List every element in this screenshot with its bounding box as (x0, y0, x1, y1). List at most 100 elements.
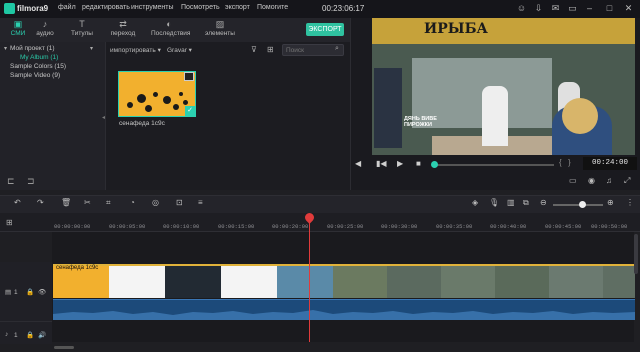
microphone-icon[interactable]: 🎙 (489, 198, 499, 207)
timeline-settings-icon[interactable]: ⋮ (626, 198, 634, 207)
previous-frame-icon[interactable]: ◀ (355, 159, 361, 168)
delete-icon[interactable]: 🗑 (61, 198, 71, 207)
fullscreen-preview-icon[interactable]: ⤢ (624, 176, 630, 186)
menu-edit[interactable]: редактировать (82, 4, 130, 11)
search-input[interactable] (286, 47, 332, 54)
video-preview: ИРЫБА ДЯНЬ ВИВЕ ПИРОЖКИ (372, 18, 635, 155)
snapshot-icon[interactable]: ◉ (588, 176, 595, 185)
audio-mixer-icon[interactable]: ≡ (198, 198, 203, 207)
video-clip[interactable] (53, 264, 635, 298)
ruler-label: 00:00:20:00 (272, 223, 309, 230)
redo-icon[interactable]: ↷ (37, 198, 44, 207)
transition-icon: ⇄ (119, 19, 127, 29)
undo-icon[interactable]: ↶ (14, 198, 21, 207)
preview-time: 00:24:00 (583, 157, 637, 170)
ruler-label: 00:00:45:00 (545, 223, 582, 230)
step-back-icon[interactable]: ▮◀ (376, 159, 387, 168)
menu-file[interactable]: файл (58, 4, 76, 11)
film-icon: ▤ (5, 289, 12, 296)
elements-icon: ▨ (215, 19, 225, 29)
music-note-icon: ♪ (42, 19, 48, 29)
audio-track-header: ♪ 1 🔒 🔊 (0, 322, 52, 344)
zoom-in-icon[interactable]: ⊕ (607, 198, 614, 207)
tab-effects[interactable]: ◐ Последствия (151, 19, 190, 41)
import-dropdown[interactable]: импортировать ▾ (110, 46, 161, 54)
horizontal-scrollbar[interactable] (54, 346, 74, 349)
download-icon[interactable]: ⇩ (533, 3, 544, 14)
green-screen-icon[interactable]: ⊡ (176, 198, 183, 207)
video-track-number: 1 (14, 289, 18, 296)
audio-track-number: 1 (14, 332, 18, 339)
menu-tools[interactable]: инструменты (131, 4, 174, 11)
speaker-icon[interactable]: 🔊 (38, 331, 46, 339)
volume-icon[interactable]: ♫ (606, 176, 612, 185)
envelope-icon[interactable]: ✉ (550, 3, 561, 14)
tree-item-project[interactable]: Мой проект (1) (10, 45, 55, 52)
voiceover-icon[interactable]: ▥ (507, 198, 515, 207)
grid-icon[interactable]: ⊞ (267, 45, 274, 54)
zoom-slider-handle[interactable] (579, 201, 586, 208)
record-dropdown[interactable]: Gravar ▾ (167, 46, 192, 54)
eye-icon[interactable]: 👁 (38, 288, 46, 296)
menu-help[interactable]: Помогите (257, 4, 288, 11)
playhead[interactable] (309, 217, 310, 342)
seek-bar[interactable] (434, 164, 554, 166)
thumbnail-type-icon (184, 72, 194, 81)
checkmark-icon: ✓ (185, 106, 195, 116)
snap-icon[interactable]: ⧉ (523, 198, 529, 208)
tab-elements[interactable]: ▨ элементы (202, 19, 238, 41)
export-button[interactable]: ЭКСПОРТ (306, 23, 344, 36)
tree-item-sample-video[interactable]: Sample Video (9) (10, 72, 60, 79)
tree-item-album[interactable]: My Album (1) (20, 54, 58, 61)
display-settings-icon[interactable]: ▭ (569, 176, 577, 185)
record-dropdown-label: Gravar (167, 47, 187, 54)
zoom-slider[interactable] (553, 204, 603, 206)
minimize-icon[interactable]: – (584, 3, 595, 14)
collapse-arrow-icon[interactable]: ▾ (4, 45, 7, 52)
stop-icon[interactable]: ■ (416, 159, 421, 168)
cut-icon[interactable]: ✂ (84, 198, 91, 207)
tab-titles[interactable]: T Титулы (64, 19, 100, 41)
timeline-ruler[interactable] (0, 213, 640, 232)
app-logo-icon (4, 3, 15, 14)
effects-icon: ◐ (166, 19, 172, 29)
maximize-icon[interactable]: □ (604, 3, 615, 14)
ruler-label: 00:00:30:00 (381, 223, 418, 230)
menu-export[interactable]: экспорт (225, 4, 250, 11)
tab-transitions[interactable]: ⇄ переход (105, 19, 141, 41)
play-icon[interactable]: ▶ (397, 159, 403, 168)
user-icon[interactable]: ☺ (516, 3, 527, 14)
search-icon[interactable]: ⌕ (335, 45, 339, 53)
audio-waveform[interactable] (53, 299, 635, 320)
render-icon[interactable]: ◈ (472, 198, 478, 207)
vertical-scrollbar[interactable] (634, 234, 638, 274)
lock-icon[interactable]: 🔒 (26, 288, 34, 296)
open-folder-icon[interactable]: ⊐ (27, 176, 35, 187)
fullscreen-icon[interactable]: ▭ (567, 3, 578, 14)
crop-icon[interactable]: ⌗ (106, 198, 111, 208)
speed-icon[interactable]: ◔ (130, 198, 135, 207)
tab-audio[interactable]: ♪ аудио (27, 19, 63, 41)
new-folder-icon[interactable]: ⊏ (7, 176, 15, 187)
ruler-label: 00:00:10:00 (163, 223, 200, 230)
filter-icon[interactable]: ⊽ (251, 45, 257, 54)
menu-view[interactable]: Посмотреть (181, 4, 220, 11)
panel-collapse-icon[interactable]: ◂ (102, 114, 105, 121)
ruler-label: 00:00:35:00 (436, 223, 473, 230)
app-name: filmora9 (17, 4, 49, 13)
ruler-label: 00:00:50:00 (591, 223, 628, 230)
chevron-down-icon[interactable]: ▾ (90, 45, 93, 52)
mark-out-icon[interactable]: } (568, 158, 571, 167)
thumbnail-label: сенафеда 1с9с (119, 120, 165, 127)
lock-icon[interactable]: 🔒 (26, 331, 34, 339)
close-icon[interactable]: ✕ (623, 3, 634, 14)
tree-item-sample-colors[interactable]: Sample Colors (15) (10, 63, 66, 70)
seek-handle[interactable] (431, 161, 438, 168)
mark-in-icon[interactable]: { (559, 158, 562, 167)
color-icon[interactable]: ◎ (152, 198, 159, 207)
add-track-icon[interactable]: ⊞ (6, 218, 13, 227)
project-timecode: 00:23:06:17 (322, 4, 365, 13)
preview-caption: ДЯНЬ ВИВЕ ПИРОЖКИ (404, 116, 437, 128)
ruler-label: 00:00:05:00 (109, 223, 146, 230)
zoom-out-icon[interactable]: ⊖ (540, 198, 547, 207)
